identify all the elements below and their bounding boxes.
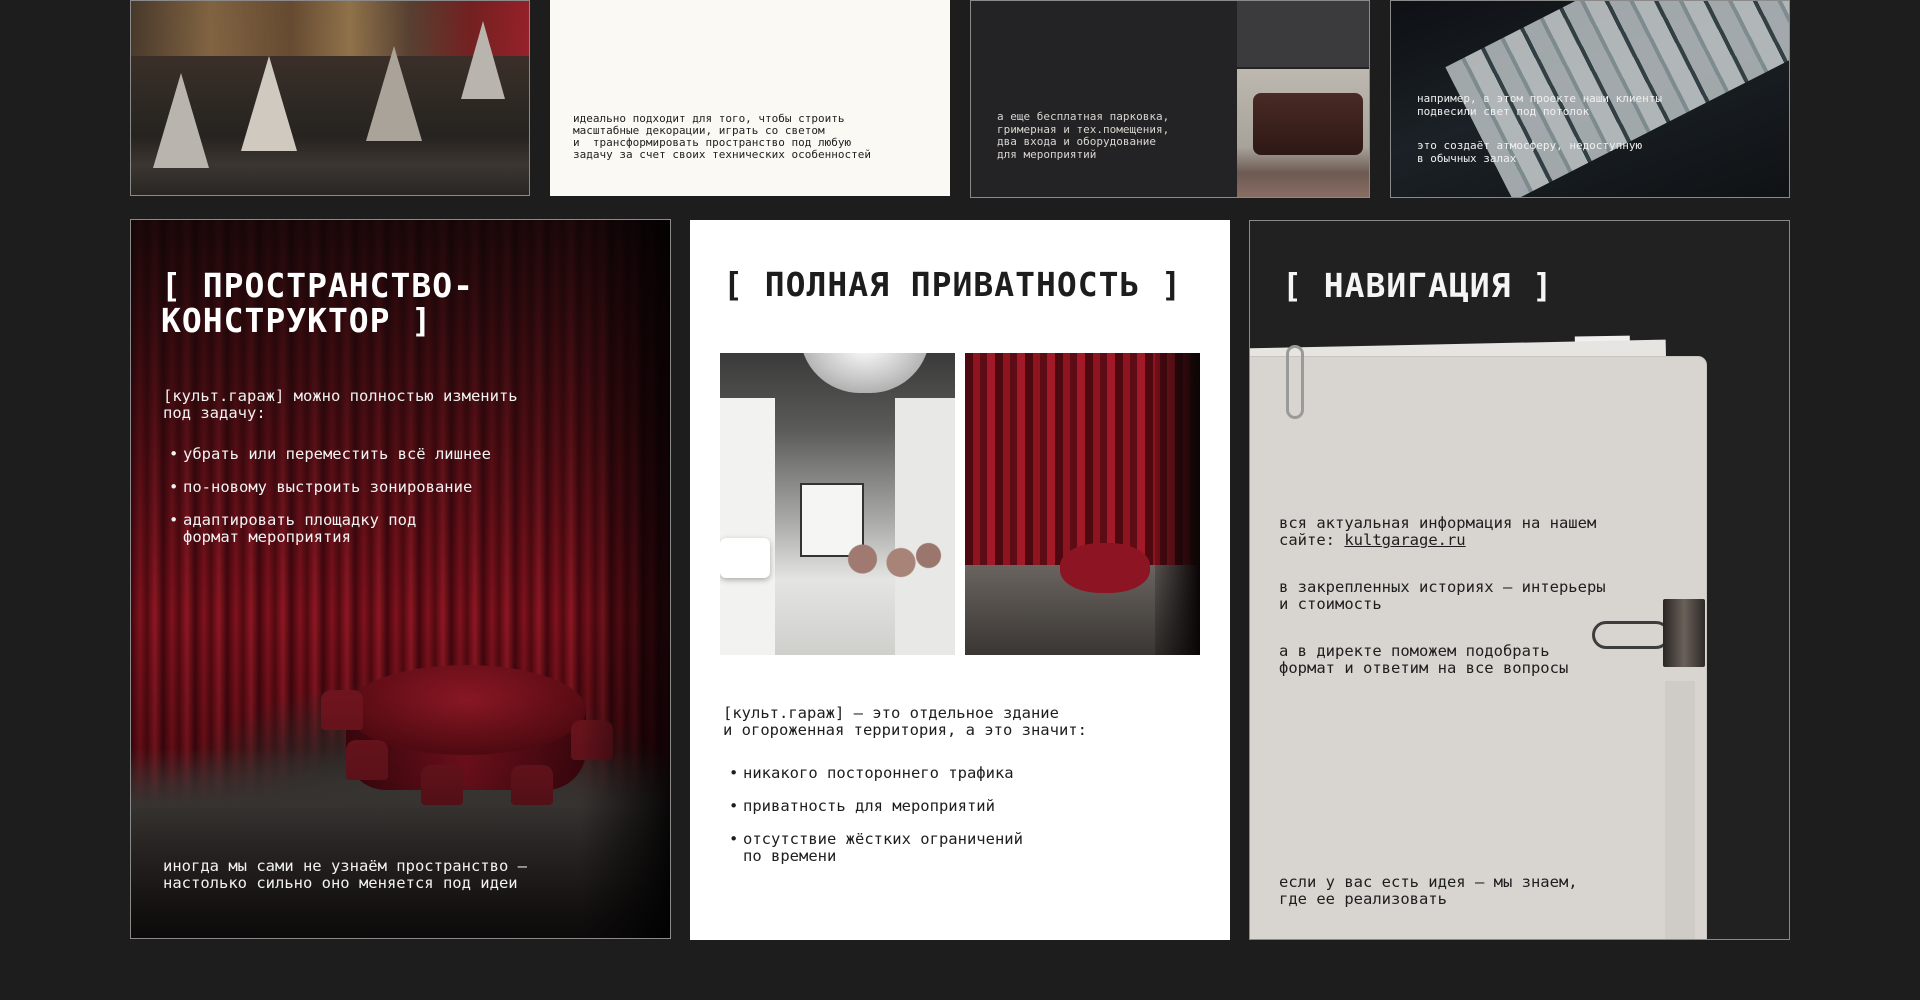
list-item: отсутствие жёстких ограничений по времен… <box>723 831 1023 865</box>
curtain-shadow <box>580 220 670 938</box>
table-cone-image <box>241 56 297 151</box>
binder-clip-arm-icon <box>1592 621 1670 649</box>
constructor-footer: иногда мы сами не узнаём пространство — … <box>163 857 527 892</box>
navigation-site-text: вся актуальная информация на нашем сайте… <box>1279 515 1596 549</box>
list-item: никакого постороннего трафика <box>723 765 1023 783</box>
navigation-direct-text: а в директе поможем подобрать формат и о… <box>1279 642 1569 677</box>
list-item: убрать или переместить всё лишнее <box>163 446 491 464</box>
text-card-amenities: а еще бесплатная парковка, гримерная и т… <box>970 0 1370 198</box>
amenities-text: а еще бесплатная парковка, гримерная и т… <box>997 110 1170 161</box>
paperclip-icon <box>1286 345 1304 419</box>
leather-sofa-image <box>1253 93 1363 155</box>
navigation-title: [ НАВИГАЦИЯ ] <box>1282 266 1554 305</box>
sofa-image <box>720 538 770 578</box>
chandelier-image <box>800 353 930 393</box>
privacy-card: [ ПОЛНАЯ ПРИВАТНОСТЬ ] [культ.гараж] — э… <box>690 220 1230 940</box>
site-link[interactable]: kultgarage.ru <box>1344 531 1465 549</box>
table-cone-image <box>153 73 209 168</box>
interior-photo <box>720 353 955 655</box>
navigation-stories-text: в закрепленных историях — интерьеры и ст… <box>1279 578 1606 613</box>
curtain-shadow <box>1155 353 1200 655</box>
round-table-image <box>1060 543 1150 593</box>
lighting-text: например, в этом проекте наши клиенты по… <box>1417 92 1663 118</box>
table-cone-image <box>461 21 505 99</box>
privacy-intro: [культ.гараж] — это отдельное здание и о… <box>723 704 1087 739</box>
folder-edge-image <box>1665 681 1695 939</box>
billiards-photo <box>1237 1 1369 67</box>
privacy-list: никакого постороннего трафика приватност… <box>723 765 1023 881</box>
atmosphere-text: это создаёт атмосферу, недоступную в обы… <box>1417 139 1643 165</box>
chairs-image <box>835 538 945 608</box>
navigation-footer: если у вас есть идея — мы знаем, где ее … <box>1279 873 1578 908</box>
technical-text: идеально подходит для того, чтобы строит… <box>573 112 872 161</box>
table-cone-image <box>366 46 422 141</box>
photo-card-decor <box>130 0 530 196</box>
wall-image <box>895 398 955 655</box>
list-item: по-новому выстроить зонирование <box>163 479 491 497</box>
list-item: приватность для мероприятий <box>723 798 1023 816</box>
privacy-title: [ ПОЛНАЯ ПРИВАТНОСТЬ ] <box>723 265 1183 304</box>
constructor-intro: [культ.гараж] можно полностью изменить п… <box>163 387 518 422</box>
binder-clip-icon <box>1663 599 1705 667</box>
constructor-card: [ ПРОСТРАНСТВО- КОНСТРУКТОР ] [культ.гар… <box>130 219 671 939</box>
constructor-list: убрать или переместить всё лишнее по-нов… <box>163 446 491 562</box>
list-item: адаптировать площадку под формат меропри… <box>163 512 491 546</box>
wall-image <box>720 398 775 655</box>
curtain-hall-photo <box>965 353 1200 655</box>
text-card-technical: идеально подходит для того, чтобы строит… <box>550 0 950 196</box>
navigation-card: [ НАВИГАЦИЯ ] вся актуальная информация … <box>1249 220 1790 940</box>
photo-card-lighting: например, в этом проекте наши клиенты по… <box>1390 0 1790 198</box>
constructor-title: [ ПРОСТРАНСТВО- КОНСТРУКТОР ] <box>161 266 475 340</box>
